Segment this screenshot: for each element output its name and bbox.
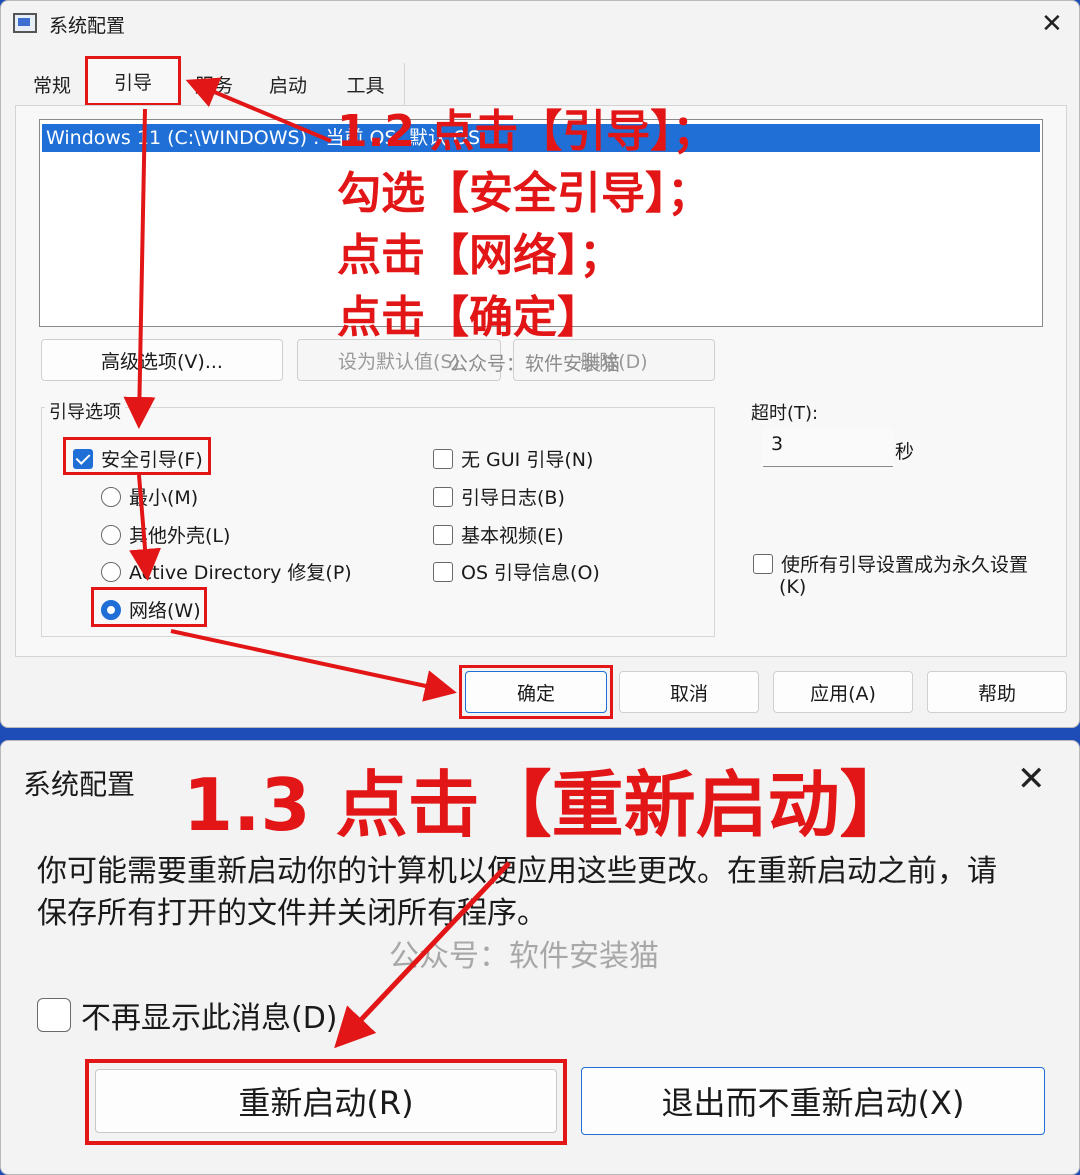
arrow-to-network bbox=[129, 474, 161, 581]
annotation-arrows bbox=[334, 861, 511, 1049]
arrow-to-boot-tab bbox=[185, 77, 332, 143]
restart-dialog: 系统配置 ✕ 1.3 点击【重新启动】 你可能需要重新启动你的计算机以便应用这些… bbox=[0, 740, 1080, 1175]
arrow-to-ok bbox=[170, 629, 457, 702]
arrow-to-restart bbox=[334, 861, 511, 1049]
annotation-arrows bbox=[123, 77, 457, 702]
system-config-dialog: 系统配置 ✕ 常规 引导 服务 启动 工具 Windows 11 (C:\WIN… bbox=[0, 0, 1080, 728]
arrow-to-safe-boot bbox=[123, 108, 156, 429]
